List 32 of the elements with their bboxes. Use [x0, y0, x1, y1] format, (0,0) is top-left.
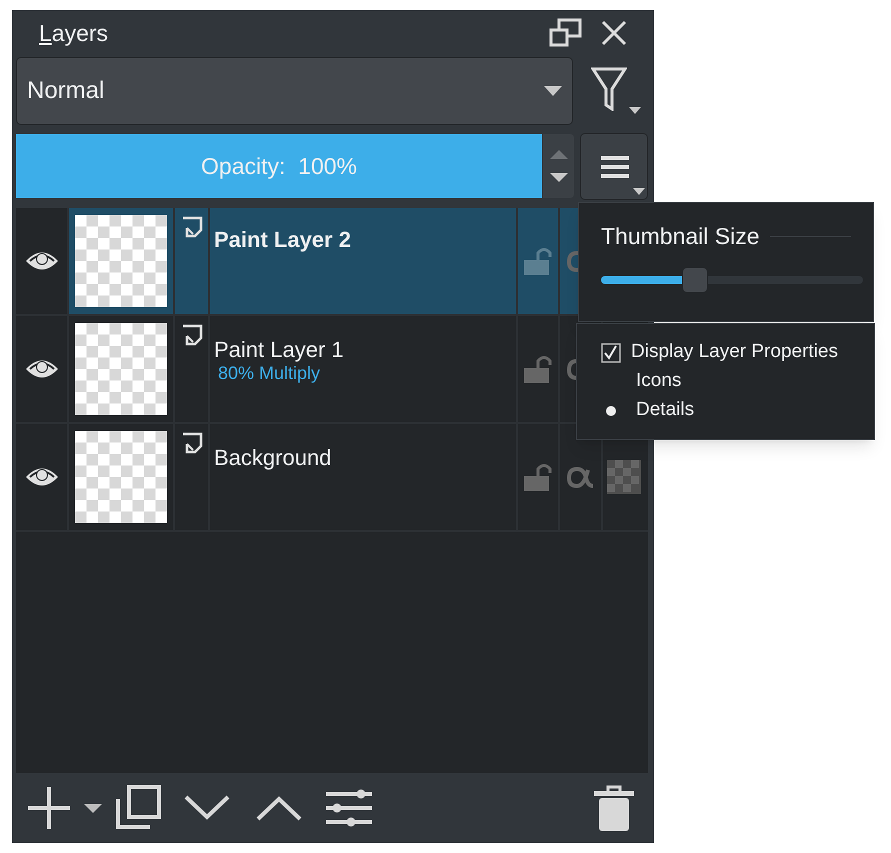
duplicate-icon[interactable] [114, 785, 162, 831]
spin-buttons[interactable] [543, 134, 574, 198]
filter-icon[interactable] [591, 67, 627, 111]
caret-icon[interactable] [629, 107, 641, 114]
panel-title: Layers [39, 18, 108, 48]
alpha-icon[interactable] [566, 464, 596, 490]
layer-type-icon [180, 216, 202, 238]
thumbnail-size-slider[interactable] [601, 266, 863, 294]
float-icon[interactable] [549, 18, 583, 48]
caret-icon [544, 86, 562, 96]
open-lock-icon[interactable] [524, 463, 552, 491]
opacity-label: Opacity: 100% [201, 152, 357, 181]
chevron-down-icon[interactable] [184, 795, 230, 821]
layer-blend-info: 80% Multiply [218, 364, 322, 382]
layer-name: Background [214, 444, 332, 472]
add-icon[interactable] [28, 787, 70, 829]
layer-row[interactable]: Background [16, 424, 648, 532]
open-lock-icon[interactable] [524, 355, 552, 383]
menu-button[interactable] [580, 132, 648, 200]
menu-icon [601, 156, 629, 178]
caret-icon [633, 188, 645, 194]
layer-type-icon [180, 324, 202, 346]
trash-icon[interactable] [594, 785, 634, 831]
layer-type-icon [180, 432, 202, 454]
close-icon[interactable] [601, 20, 627, 46]
layer-name: Paint Layer 1 [214, 336, 345, 364]
sliders-icon[interactable] [326, 789, 372, 827]
checkbox[interactable] [601, 342, 621, 362]
layer-name: Paint Layer 2 [214, 226, 352, 254]
chevron-up-icon[interactable] [256, 795, 302, 821]
blend-mode-dropdown[interactable]: Normal [16, 57, 573, 125]
caret-icon[interactable] [84, 804, 102, 812]
